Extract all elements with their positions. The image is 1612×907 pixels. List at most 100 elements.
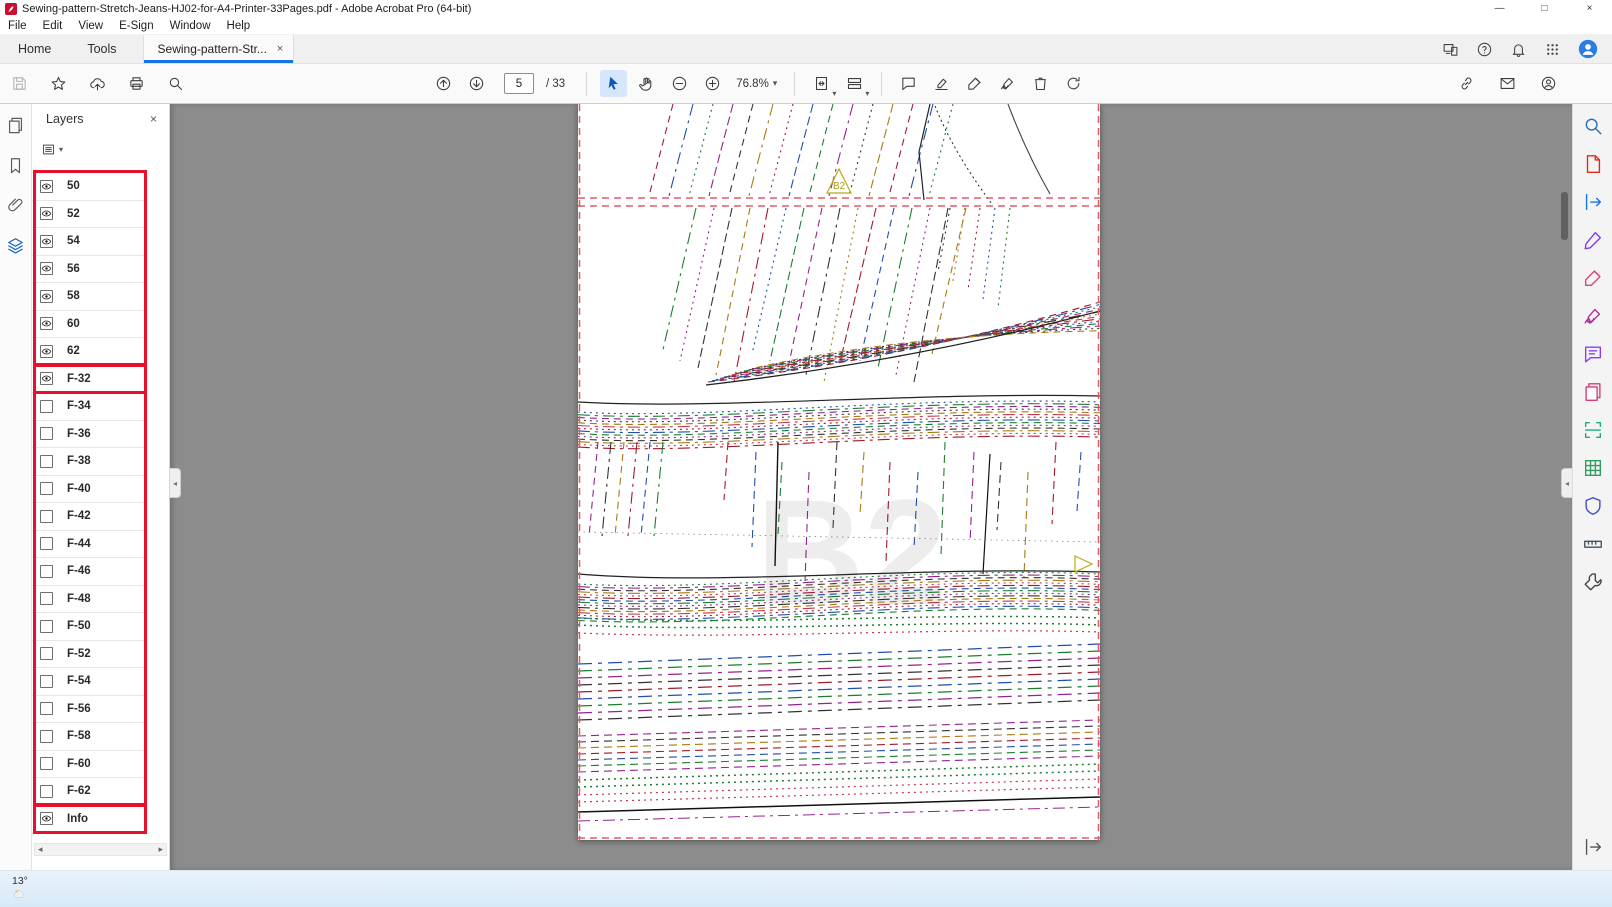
- attachments-icon[interactable]: [6, 196, 25, 215]
- layer-row-f-58[interactable]: F-58: [32, 723, 147, 751]
- menu-help[interactable]: Help: [219, 18, 259, 35]
- layer-visibility-checkbox[interactable]: [40, 372, 53, 386]
- minimize-button[interactable]: —: [1477, 0, 1522, 18]
- layer-options-button[interactable]: [41, 142, 56, 157]
- layer-visibility-checkbox[interactable]: [40, 454, 53, 468]
- layer-row-f-36[interactable]: F-36: [32, 420, 147, 448]
- weather-widget[interactable]: 13°: [12, 876, 28, 903]
- draw-button[interactable]: [994, 70, 1021, 97]
- layer-row-f-32[interactable]: F-32: [32, 365, 147, 393]
- share-cloud-button[interactable]: [84, 70, 111, 97]
- layer-visibility-checkbox[interactable]: [40, 647, 53, 661]
- layer-visibility-checkbox[interactable]: [40, 757, 53, 771]
- layer-row-f-60[interactable]: F-60: [32, 750, 147, 778]
- layer-row-f-34[interactable]: F-34: [32, 393, 147, 421]
- help-icon[interactable]: [1476, 41, 1493, 58]
- layer-row-62[interactable]: 62: [32, 338, 147, 366]
- layer-visibility-checkbox[interactable]: [40, 262, 53, 276]
- close-button[interactable]: ×: [1567, 0, 1612, 18]
- bookmarks-icon[interactable]: [6, 156, 25, 175]
- layer-visibility-checkbox[interactable]: [40, 482, 53, 496]
- tools-tab[interactable]: Tools: [69, 35, 134, 63]
- layer-visibility-checkbox[interactable]: [40, 592, 53, 606]
- layer-row-56[interactable]: 56: [32, 255, 147, 283]
- share-file-icon[interactable]: [1582, 836, 1604, 858]
- document-tab[interactable]: Sewing-pattern-Str... ×: [142, 35, 295, 63]
- scroll-left-icon[interactable]: ◂: [38, 844, 43, 855]
- layer-row-f-56[interactable]: F-56: [32, 695, 147, 723]
- layer-row-f-48[interactable]: F-48: [32, 585, 147, 613]
- layer-row-52[interactable]: 52: [32, 200, 147, 228]
- fit-width-button[interactable]: ▾: [808, 70, 836, 98]
- page-thumbnails-icon[interactable]: [6, 116, 25, 135]
- menu-file[interactable]: File: [0, 18, 35, 35]
- layer-row-info[interactable]: Info: [32, 805, 147, 833]
- more-tools-icon[interactable]: [1582, 571, 1604, 593]
- zoom-level-dropdown[interactable]: 76.8% ▾: [732, 78, 781, 90]
- assistant-button[interactable]: [1535, 70, 1562, 97]
- layer-visibility-checkbox[interactable]: [40, 207, 53, 221]
- layer-visibility-checkbox[interactable]: [40, 674, 53, 688]
- link-button[interactable]: [1453, 70, 1480, 97]
- apps-grid-icon[interactable]: [1544, 41, 1561, 58]
- layer-row-f-44[interactable]: F-44: [32, 530, 147, 558]
- create-pdf-icon[interactable]: [1582, 153, 1604, 175]
- hand-tool-button[interactable]: [633, 70, 660, 97]
- zoom-in-button[interactable]: [699, 70, 726, 97]
- layer-visibility-checkbox[interactable]: [40, 812, 53, 826]
- layer-row-f-62[interactable]: F-62: [32, 778, 147, 806]
- find-button[interactable]: [162, 70, 189, 97]
- home-tab[interactable]: Home: [0, 35, 69, 63]
- layer-visibility-checkbox[interactable]: [40, 702, 53, 716]
- panel-close-icon[interactable]: ×: [150, 112, 157, 126]
- layer-visibility-checkbox[interactable]: [40, 564, 53, 578]
- layer-visibility-checkbox[interactable]: [40, 729, 53, 743]
- layer-visibility-checkbox[interactable]: [40, 784, 53, 798]
- layer-row-f-42[interactable]: F-42: [32, 503, 147, 531]
- layer-visibility-checkbox[interactable]: [40, 619, 53, 633]
- maximize-button[interactable]: □: [1522, 0, 1567, 18]
- layer-row-f-46[interactable]: F-46: [32, 558, 147, 586]
- layer-visibility-checkbox[interactable]: [40, 399, 53, 413]
- next-page-button[interactable]: [463, 70, 490, 97]
- tab-close-icon[interactable]: ×: [277, 43, 283, 55]
- layer-visibility-checkbox[interactable]: [40, 289, 53, 303]
- layers-icon[interactable]: [6, 236, 25, 255]
- panel-horizontal-scrollbar[interactable]: ◂ ▸: [34, 843, 167, 856]
- export-pdf-icon[interactable]: [1582, 191, 1604, 213]
- user-avatar[interactable]: [1578, 39, 1598, 59]
- menu-window[interactable]: Window: [162, 18, 219, 35]
- protect-icon[interactable]: [1582, 495, 1604, 517]
- email-button[interactable]: [1494, 70, 1521, 97]
- organize-pages-icon[interactable]: [1582, 381, 1604, 403]
- delete-button[interactable]: [1027, 70, 1054, 97]
- sign-button[interactable]: [961, 70, 988, 97]
- layer-visibility-checkbox[interactable]: [40, 234, 53, 248]
- layer-row-60[interactable]: 60: [32, 310, 147, 338]
- layer-row-50[interactable]: 50: [32, 173, 147, 201]
- fill-sign-icon[interactable]: [1582, 305, 1604, 327]
- add-comment-button[interactable]: [895, 70, 922, 97]
- layer-row-f-40[interactable]: F-40: [32, 475, 147, 503]
- layer-visibility-checkbox[interactable]: [40, 344, 53, 358]
- rotate-page-button[interactable]: [1060, 70, 1087, 97]
- select-tool-button[interactable]: [600, 70, 628, 97]
- vertical-scrollbar-thumb[interactable]: [1561, 192, 1568, 240]
- previous-page-button[interactable]: [430, 70, 457, 97]
- edit-pdf-icon[interactable]: [1582, 229, 1604, 251]
- scroll-right-icon[interactable]: ▸: [158, 844, 163, 855]
- scan-ocr-icon[interactable]: [1582, 419, 1604, 441]
- convert-table-icon[interactable]: [1582, 457, 1604, 479]
- print-button[interactable]: [123, 70, 150, 97]
- page-display-button[interactable]: ▾: [841, 70, 869, 98]
- layer-visibility-checkbox[interactable]: [40, 427, 53, 441]
- comment-icon[interactable]: [1582, 343, 1604, 365]
- current-page-input[interactable]: 5: [504, 73, 534, 94]
- expand-right-panel-handle[interactable]: ◂: [1561, 468, 1572, 498]
- notifications-bell-icon[interactable]: [1510, 41, 1527, 58]
- layer-row-f-54[interactable]: F-54: [32, 668, 147, 696]
- request-signatures-icon[interactable]: [1582, 267, 1604, 289]
- layer-visibility-checkbox[interactable]: [40, 179, 53, 193]
- layer-row-f-50[interactable]: F-50: [32, 613, 147, 641]
- measure-icon[interactable]: [1582, 533, 1604, 555]
